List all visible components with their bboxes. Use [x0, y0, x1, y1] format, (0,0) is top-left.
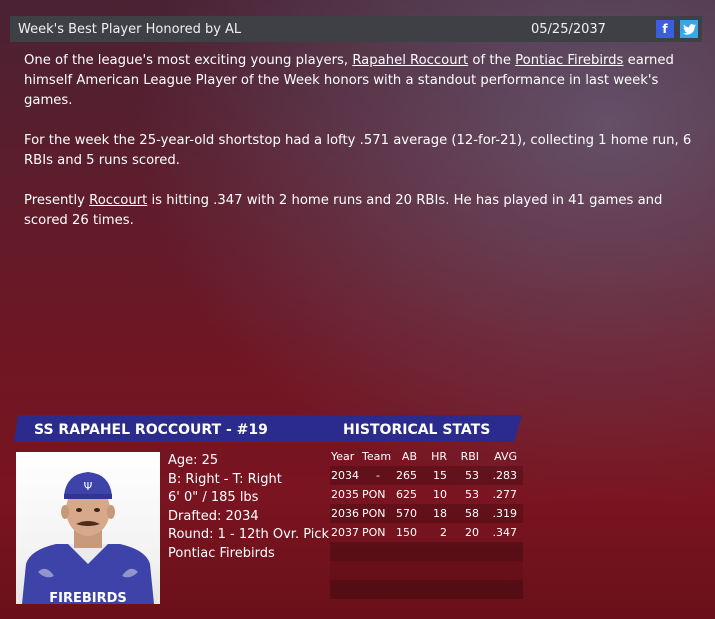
player-age: Age: 25 — [168, 453, 219, 468]
empty-table-row — [330, 542, 523, 561]
player-header-name: SS RAPAHEL ROCCOURT - #19 — [34, 422, 268, 438]
stat-avg: .319 — [492, 507, 518, 520]
stat-year: 2037 — [331, 526, 359, 539]
historical-stats-title: HISTORICAL STATS — [343, 422, 491, 438]
news-date: 05/25/2037 — [531, 21, 606, 37]
player-photo[interactable]: Ψ FIREBIRDS — [16, 452, 160, 604]
stat-team: - — [376, 469, 380, 482]
player-drafted: Drafted: 2034 — [168, 508, 259, 524]
stat-team: PON — [362, 526, 386, 539]
historical-stats-table: Year Team AB HR RBI AVG 2034 - 265 15 53… — [330, 447, 523, 599]
stat-rbi: 53 — [465, 488, 479, 501]
svg-text:Ψ: Ψ — [84, 480, 93, 493]
column-header-rbi: RBI — [460, 450, 479, 463]
stats-header-row: Year Team AB HR RBI AVG — [330, 447, 523, 466]
column-header-year: Year — [331, 450, 355, 463]
facebook-icon[interactable]: f — [656, 20, 674, 38]
player-team: Pontiac Firebirds — [168, 545, 275, 561]
stat-hr: 15 — [433, 469, 447, 482]
column-header-avg: AVG — [494, 450, 517, 463]
stat-year: 2036 — [331, 507, 359, 520]
player-link[interactable]: Roccourt — [89, 193, 147, 208]
twitter-icon[interactable] — [680, 20, 698, 38]
jersey-text: FIREBIRDS — [49, 591, 127, 604]
article-paragraph-3: Presently Roccourt is hitting .347 with … — [24, 191, 694, 231]
stat-ab: 150 — [396, 526, 417, 539]
player-bio: Age: 25 B: Right - T: Right 6' 0" / 185 … — [168, 452, 329, 563]
column-header-ab: AB — [401, 450, 417, 463]
stat-year: 2035 — [331, 488, 359, 501]
article-paragraph-2: For the week the 25-year-old shortstop h… — [24, 133, 692, 168]
column-header-hr: HR — [431, 450, 447, 463]
news-header-bar: Week's Best Player Honored by AL 05/25/2… — [10, 16, 702, 42]
player-link[interactable]: Rapahel Roccourt — [352, 53, 468, 68]
article-text: Presently — [24, 193, 90, 208]
empty-table-row — [330, 561, 523, 580]
stat-avg: .283 — [492, 469, 518, 482]
team-link[interactable]: Pontiac Firebirds — [515, 53, 623, 68]
table-row: 2036 PON 570 18 58 .319 — [330, 504, 523, 523]
empty-table-row — [330, 580, 523, 599]
stat-team: PON — [362, 507, 386, 520]
article-text: of the — [468, 53, 516, 68]
news-title: Week's Best Player Honored by AL — [18, 21, 242, 37]
article-text: One of the league's most exciting young … — [24, 53, 353, 68]
article-paragraph-1: One of the league's most exciting young … — [24, 51, 694, 111]
player-height-weight: 6' 0" / 185 lbs — [168, 490, 259, 505]
news-article: One of the league's most exciting young … — [24, 51, 694, 251]
stat-rbi: 53 — [465, 469, 479, 482]
table-row: 2035 PON 625 10 53 .277 — [330, 485, 523, 504]
stat-avg: .277 — [492, 488, 518, 501]
stat-avg: .347 — [492, 526, 518, 539]
player-draft-round: Round: 1 - 12th Ovr. Pick — [168, 527, 330, 542]
column-header-team: Team — [362, 450, 392, 463]
player-bats-throws: B: Right - T: Right — [168, 471, 282, 487]
stat-rbi: 58 — [465, 507, 479, 520]
table-row: 2037 PON 150 2 20 .347 — [330, 523, 523, 542]
stat-hr: 10 — [433, 488, 447, 501]
stat-hr: 18 — [433, 507, 447, 520]
stat-hr: 2 — [440, 526, 447, 539]
table-row: 2034 - 265 15 53 .283 — [330, 466, 523, 485]
stat-rbi: 20 — [465, 526, 479, 539]
stat-ab: 570 — [396, 507, 417, 520]
stat-team: PON — [362, 488, 386, 501]
stat-ab: 265 — [396, 469, 417, 482]
stat-year: 2034 — [331, 469, 359, 482]
stat-ab: 625 — [396, 488, 417, 501]
